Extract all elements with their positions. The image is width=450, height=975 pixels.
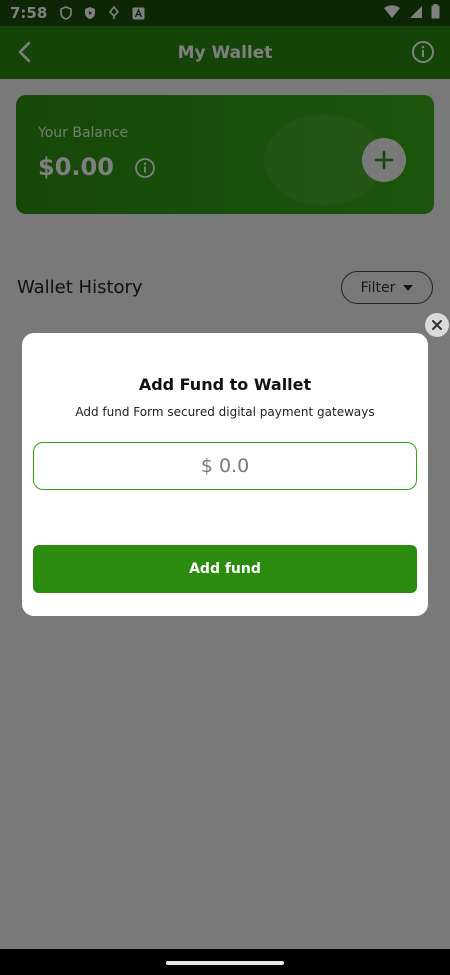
add-fund-button[interactable]: Add fund	[33, 545, 417, 593]
amount-input[interactable]	[33, 442, 417, 490]
close-modal-button[interactable]	[425, 313, 449, 337]
add-fund-modal: Add Fund to Wallet Add fund Form secured…	[22, 333, 428, 616]
modal-subtitle: Add fund Form secured digital payment ga…	[75, 405, 375, 419]
modal-title: Add Fund to Wallet	[138, 375, 312, 394]
home-indicator[interactable]	[166, 961, 284, 965]
close-icon	[432, 320, 442, 330]
system-nav-bar	[0, 949, 450, 975]
